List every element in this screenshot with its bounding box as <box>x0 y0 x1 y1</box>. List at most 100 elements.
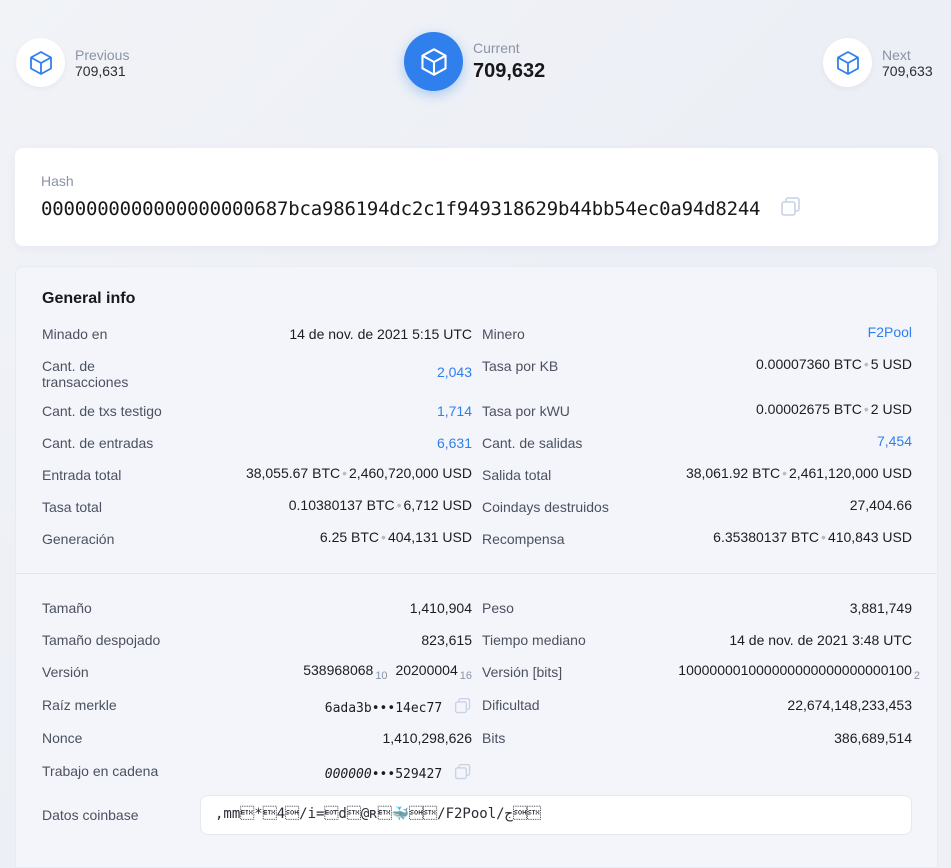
btc-amount: 38,055.67 BTC <box>245 465 341 481</box>
info-row: Minado en 14 de nov. de 2021 5:15 UTC <box>42 326 472 358</box>
cube-icon <box>836 50 859 75</box>
version-hex: 20200004 <box>395 662 458 678</box>
previous-block-circle[interactable] <box>16 38 65 87</box>
separator-dot: • <box>342 465 348 481</box>
total-fee-value: 0.10380137 BTC • 6,712 USD <box>289 497 472 513</box>
detail-label: Versión [bits] <box>482 664 563 680</box>
previous-height: 709,631 <box>75 62 126 79</box>
current-label: Current <box>473 39 520 56</box>
usd-amount: 6,712 USD <box>403 497 472 513</box>
info-row: Recompensa 6.35380137 BTC • 410,843 USD <box>482 529 912 563</box>
detail-row: Versión 538968068 10 20200004 16 <box>42 662 472 696</box>
info-row: Coindays destruidos 27,404.66 <box>482 497 912 531</box>
chainwork-value: 000000•••529427 <box>325 763 472 786</box>
previous-block-link[interactable]: Previous 709,631 <box>16 38 129 87</box>
detail-row: Dificultad 22,674,148,233,453 <box>482 697 912 729</box>
separator-dot: • <box>381 529 386 545</box>
merkle-root-start[interactable]: 6ada3b <box>325 701 372 716</box>
detail-label: Versión <box>42 664 89 680</box>
size-value: 1,410,904 <box>409 600 472 616</box>
hash-card: Hash 0000000000000000000687bca986194dc2c… <box>15 148 938 246</box>
witness-tx-link[interactable]: 1,714 <box>437 403 472 419</box>
info-label: Minado en <box>42 326 108 342</box>
ellipsis-dots: ••• <box>371 767 396 782</box>
info-row: Tasa total 0.10380137 BTC • 6,712 USD <box>42 497 472 531</box>
info-label: Cant. de salidas <box>482 435 583 451</box>
info-label: Tasa total <box>42 499 102 515</box>
coinbase-label: Datos coinbase <box>42 807 139 823</box>
detail-label: Tamaño despojado <box>42 632 161 648</box>
total-input-value: 38,055.67 BTC • 2,460,720,000 USD <box>246 465 472 481</box>
base-subscript: 16 <box>459 670 472 682</box>
cube-icon <box>29 50 52 75</box>
copy-icon[interactable] <box>454 763 472 786</box>
previous-label: Previous <box>75 46 130 63</box>
copy-icon[interactable] <box>454 697 472 720</box>
next-block-link[interactable]: Next 709,633 <box>823 38 933 87</box>
current-block: Current 709,632 <box>404 32 545 91</box>
general-info-card: General info Minado en 14 de nov. de 202… <box>15 266 938 868</box>
usd-amount: 5 USD <box>870 356 912 372</box>
detail-row: Tiempo mediano 14 de nov. de 2021 3:48 U… <box>482 632 912 664</box>
chainwork-end[interactable]: 529427 <box>395 767 442 782</box>
btc-amount: 0.10380137 BTC <box>288 497 395 513</box>
detail-label: Bits <box>482 730 506 746</box>
detail-row: Bits 386,689,514 <box>482 730 912 762</box>
chainwork-start[interactable]: 000000 <box>325 767 372 782</box>
version-bits-value: 100000001000000000000000000100 2 <box>678 662 920 684</box>
next-block-circle[interactable] <box>823 38 872 87</box>
usd-amount: 2 USD <box>870 401 912 417</box>
info-row: Cant. de txs testigo 1,714 <box>42 403 472 435</box>
coinbase-data-field[interactable]: ,mm*4/i=d@ʀ🐳/F2Pool/ج <box>200 795 912 835</box>
tx-count-link[interactable]: 2,043 <box>437 364 472 380</box>
fee-per-kb-value: 0.00007360 BTC • 5 USD <box>756 356 912 372</box>
btc-amount: 6.25 BTC <box>319 529 380 545</box>
usd-amount: 2,461,120,000 USD <box>789 465 912 481</box>
block-hash[interactable]: 0000000000000000000687bca986194dc2c1f949… <box>41 198 760 220</box>
detail-label: Raíz merkle <box>42 697 117 713</box>
detail-label: Trabajo en cadena <box>42 763 159 779</box>
difficulty-value: 22,674,148,233,453 <box>787 697 912 713</box>
generation-value: 6.25 BTC • 404,131 USD <box>320 529 472 545</box>
nonce-value: 1,410,298,626 <box>382 730 472 746</box>
outputs-count-link[interactable]: 7,454 <box>877 433 912 449</box>
detail-label: Peso <box>482 600 514 616</box>
current-height: 709,632 <box>473 59 546 82</box>
bits-value: 386,689,514 <box>834 730 912 746</box>
block-navigation: Previous 709,631 Current 709,632 Next 70… <box>0 0 951 140</box>
separator-dot: • <box>396 497 402 513</box>
info-row: Cant. de entradas 6,631 <box>42 435 472 467</box>
info-label: Tasa por KB <box>482 358 559 374</box>
reward-value: 6.35380137 BTC • 410,843 USD <box>713 529 912 545</box>
info-label: Entrada total <box>42 467 122 483</box>
merkle-root-value: 6ada3b•••14ec77 <box>325 697 472 720</box>
detail-row: Peso 3,881,749 <box>482 600 912 632</box>
btc-amount: 38,061.92 BTC <box>685 465 781 481</box>
mined-at-value: 14 de nov. de 2021 5:15 UTC <box>289 326 472 342</box>
copy-icon[interactable] <box>780 196 802 223</box>
usd-amount: 410,843 USD <box>827 529 912 545</box>
cube-icon <box>420 47 447 76</box>
usd-amount: 2,460,720,000 USD <box>349 465 472 481</box>
stripped-size-value: 823,615 <box>421 632 472 648</box>
hash-value: 0000000000000000000687bca986194dc2c1f949… <box>41 196 802 223</box>
base-subscript: 10 <box>375 670 388 682</box>
detail-row: Tamaño 1,410,904 <box>42 600 472 632</box>
btc-amount: 0.00002675 BTC <box>756 401 862 417</box>
detail-label: Tamaño <box>42 600 92 616</box>
inputs-count-link[interactable]: 6,631 <box>437 435 472 451</box>
next-height: 709,633 <box>882 62 933 79</box>
merkle-root-end[interactable]: 14ec77 <box>395 701 442 716</box>
total-output-value: 38,061.92 BTC • 2,461,120,000 USD <box>686 465 912 481</box>
info-row: Tasa por KB 0.00007360 BTC • 5 USD <box>482 356 912 390</box>
weight-value: 3,881,749 <box>849 600 912 616</box>
separator-dot: • <box>863 401 869 417</box>
section-title: General info <box>42 290 136 307</box>
miner-link[interactable]: F2Pool <box>868 324 912 340</box>
btc-amount: 0.00007360 BTC <box>756 356 862 372</box>
usd-amount: 404,131 USD <box>387 529 472 545</box>
info-label: Cant. de entradas <box>42 435 154 451</box>
section-divider <box>16 573 937 574</box>
info-row: Tasa por kWU 0.00002675 BTC • 2 USD <box>482 401 912 435</box>
coindays-value: 27,404.66 <box>849 497 912 513</box>
